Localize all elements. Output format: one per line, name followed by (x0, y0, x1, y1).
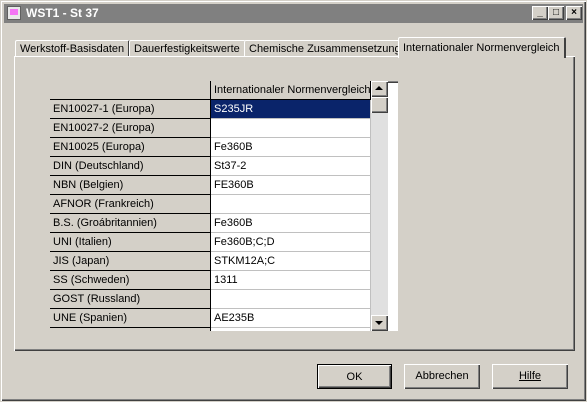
norms-grid[interactable]: Internationaler Normenvergleich EN10027-… (50, 81, 398, 331)
row-header[interactable]: UNI (Italien) (50, 233, 211, 252)
row-header[interactable]: B.S. (Groábritannien) (50, 214, 211, 233)
grid-cell-value[interactable]: FE360B (211, 176, 371, 195)
grid-cell-value[interactable] (211, 328, 371, 331)
row-header[interactable]: EN10025 (Europa) (50, 138, 211, 157)
tab-werkstoff-basisdaten[interactable]: Werkstoff-Basisdaten (15, 40, 131, 57)
tab-chemische-zusammensetzung[interactable]: Chemische Zusammensetzung (244, 40, 407, 57)
grid-cell-value[interactable] (211, 290, 371, 309)
ok-button[interactable]: OK (317, 364, 392, 389)
vertical-scrollbar[interactable] (371, 81, 388, 331)
grid-cell-value[interactable]: Fe360B;C;D (211, 233, 371, 252)
row-header[interactable]: JIS (Japan) (50, 252, 211, 271)
grid-cell-value[interactable]: AE235B (211, 309, 371, 328)
title-bar[interactable]: WST1 - St 37 _ □ × (4, 4, 583, 23)
grid-cell-value[interactable]: S235JR (211, 100, 371, 119)
row-header[interactable]: DIN (Deutschland) (50, 157, 211, 176)
grid-cell-value[interactable] (211, 195, 371, 214)
row-header[interactable] (50, 328, 211, 331)
row-header[interactable]: SS (Schweden) (50, 271, 211, 290)
tab-internationaler-normenvergleich[interactable]: Internationaler Normenvergleich (398, 37, 566, 58)
window-title: WST1 - St 37 (26, 6, 99, 20)
help-button[interactable]: Hilfe (492, 364, 568, 389)
grid-corner-header (50, 81, 211, 100)
row-header[interactable]: GOST (Russland) (50, 290, 211, 309)
tab-dauerfestigkeitswerte[interactable]: Dauerfestigkeitswerte (129, 40, 246, 57)
grid-cell-value[interactable]: Fe360B (211, 214, 371, 233)
arrow-down-icon (375, 321, 383, 325)
grid-cell-value[interactable] (211, 119, 371, 138)
column-header-normenvergleich[interactable]: Internationaler Normenvergleich (211, 81, 371, 100)
grid-cell-value[interactable]: Fe360B (211, 138, 371, 157)
row-header[interactable]: EN10027-2 (Europa) (50, 119, 211, 138)
grid-cell-value[interactable]: 1311 (211, 271, 371, 290)
grid-cell-value[interactable]: STKM12A;C (211, 252, 371, 271)
scroll-thumb[interactable] (371, 97, 388, 113)
row-header[interactable]: NBN (Belgien) (50, 176, 211, 195)
minimize-button[interactable]: _ (532, 6, 548, 20)
cancel-button[interactable]: Abbrechen (404, 364, 480, 389)
row-header[interactable]: AFNOR (Frankreich) (50, 195, 211, 214)
maximize-button[interactable]: □ (548, 6, 564, 20)
close-button[interactable]: × (566, 6, 582, 20)
row-header[interactable]: EN10027-1 (Europa) (50, 100, 211, 119)
scroll-down-button[interactable] (371, 315, 388, 331)
grid-cell-value[interactable]: St37-2 (211, 157, 371, 176)
dialog-window: WST1 - St 37 _ □ × Werkstoff-Basisdaten … (0, 0, 587, 402)
arrow-up-icon (375, 86, 383, 90)
scroll-up-button[interactable] (371, 81, 388, 97)
row-header[interactable]: UNE (Spanien) (50, 309, 211, 328)
app-icon (7, 6, 21, 20)
